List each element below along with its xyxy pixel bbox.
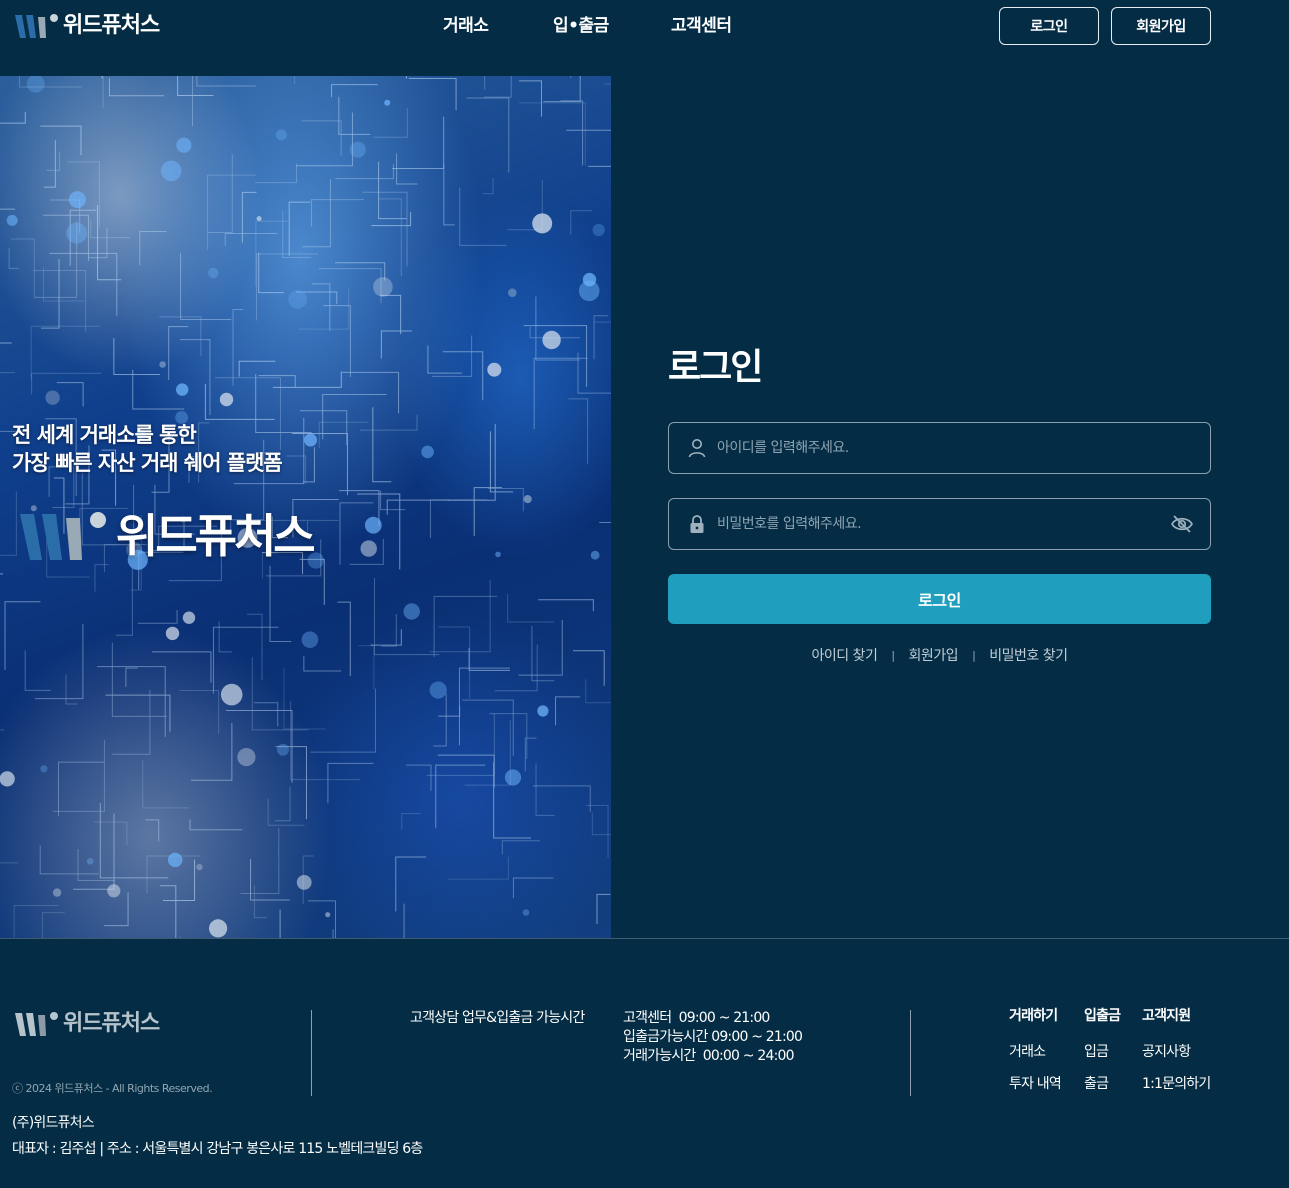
footer-column-funds: 입출금 입금 출금 [1084, 1006, 1121, 1094]
footer-column-support: 고객지원 공지사항 1:1문의하기 [1142, 1006, 1211, 1094]
login-title: 로그인 [668, 347, 763, 388]
eye-off-icon[interactable] [1170, 513, 1194, 535]
footer-brand-name: 위드퓨처스 [63, 1011, 160, 1036]
hero-brand-name: 위드퓨처스 [116, 509, 316, 563]
footer-column-trade: 거래하기 거래소 투자 내역 [1009, 1006, 1062, 1094]
link-separator: | [891, 648, 895, 662]
footer-column-divider [311, 1010, 312, 1096]
copyright: ⓒ 2024 위드퓨처스 - All Rights Reserved. [12, 1082, 213, 1095]
hours-label: 고객상담 업무&입출금 가능시간 [410, 1010, 585, 1026]
footer-link-withdraw[interactable]: 출금 [1084, 1074, 1120, 1094]
brand-logo-icon [20, 512, 106, 560]
footer-link-investment-history[interactable]: 투자 내역 [1009, 1074, 1062, 1094]
footer-logo[interactable]: 위드퓨처스 [14, 1010, 160, 1038]
id-field[interactable] [668, 422, 1211, 474]
footer-link-deposit[interactable]: 입금 [1084, 1042, 1120, 1062]
footer-heading: 입출금 [1084, 1008, 1121, 1024]
password-field[interactable] [668, 498, 1211, 550]
user-icon [688, 439, 706, 458]
footer-link-inquiry[interactable]: 1:1문의하기 [1142, 1074, 1211, 1094]
footer-link-exchange[interactable]: 거래소 [1009, 1042, 1061, 1062]
find-id-link[interactable]: 아이디 찾기 [811, 645, 877, 665]
header-logo[interactable]: 위드퓨처스 [14, 12, 160, 40]
footer-heading: 고객지원 [1142, 1008, 1191, 1024]
circuit-background-image [0, 76, 611, 938]
nav-customer-center[interactable]: 고객센터 [671, 14, 732, 38]
footer-heading: 거래하기 [1009, 1008, 1058, 1024]
login-submit-button[interactable]: 로그인 [668, 574, 1211, 624]
account-links: 아이디 찾기 | 회원가입 | 비밀번호 찾기 [668, 644, 1211, 666]
brand-logo-icon [15, 1012, 58, 1036]
header-signup-button[interactable]: 회원가입 [1111, 7, 1211, 45]
hero-tagline: 전 세계 거래소를 통한 가장 빠른 자산 거래 쉐어 플랫폼 [12, 421, 283, 477]
hours-list: 고객센터 09:00 ~ 21:00 입출금가능시간 09:00 ~ 21:00… [623, 1009, 803, 1066]
company-address: 대표자 : 김주섭 | 주소 : 서울특별시 강남구 봉은사로 115 노벨테크… [12, 1141, 423, 1157]
password-input[interactable] [717, 499, 1157, 549]
signup-link[interactable]: 회원가입 [909, 645, 959, 665]
hours-trading: 거래가능시간 00:00 ~ 24:00 [623, 1048, 795, 1064]
id-input[interactable] [717, 423, 1157, 473]
footer-column-divider [910, 1010, 911, 1096]
nav-exchange[interactable]: 거래소 [443, 14, 489, 38]
header-login-button[interactable]: 로그인 [999, 7, 1099, 45]
lock-icon [690, 515, 704, 533]
find-password-link[interactable]: 비밀번호 찾기 [989, 645, 1068, 665]
hero-logo: 위드퓨처스 [18, 508, 316, 564]
hero-tagline-line1: 전 세계 거래소를 통한 [12, 423, 197, 447]
company-name: (주)위드퓨처스 [12, 1115, 95, 1131]
hero-banner: 전 세계 거래소를 통한 가장 빠른 자산 거래 쉐어 플랫폼 위드퓨처스 [0, 76, 611, 938]
header: 위드퓨처스 거래소 입•출금 고객센터 로그인 회원가입 [0, 0, 1289, 52]
brand-name: 위드퓨처스 [63, 13, 160, 38]
hero-tagline-line2: 가장 빠른 자산 거래 쉐어 플랫폼 [12, 451, 283, 475]
link-separator: | [972, 648, 976, 662]
hours-deposit: 입출금가능시간 09:00 ~ 21:00 [623, 1029, 803, 1045]
footer-divider [0, 938, 1289, 939]
footer-link-notice[interactable]: 공지사항 [1142, 1042, 1210, 1062]
nav-deposit-withdraw[interactable]: 입•출금 [553, 14, 609, 38]
hours-customer-center: 고객센터 09:00 ~ 21:00 [623, 1010, 770, 1026]
brand-logo-icon [15, 14, 58, 38]
